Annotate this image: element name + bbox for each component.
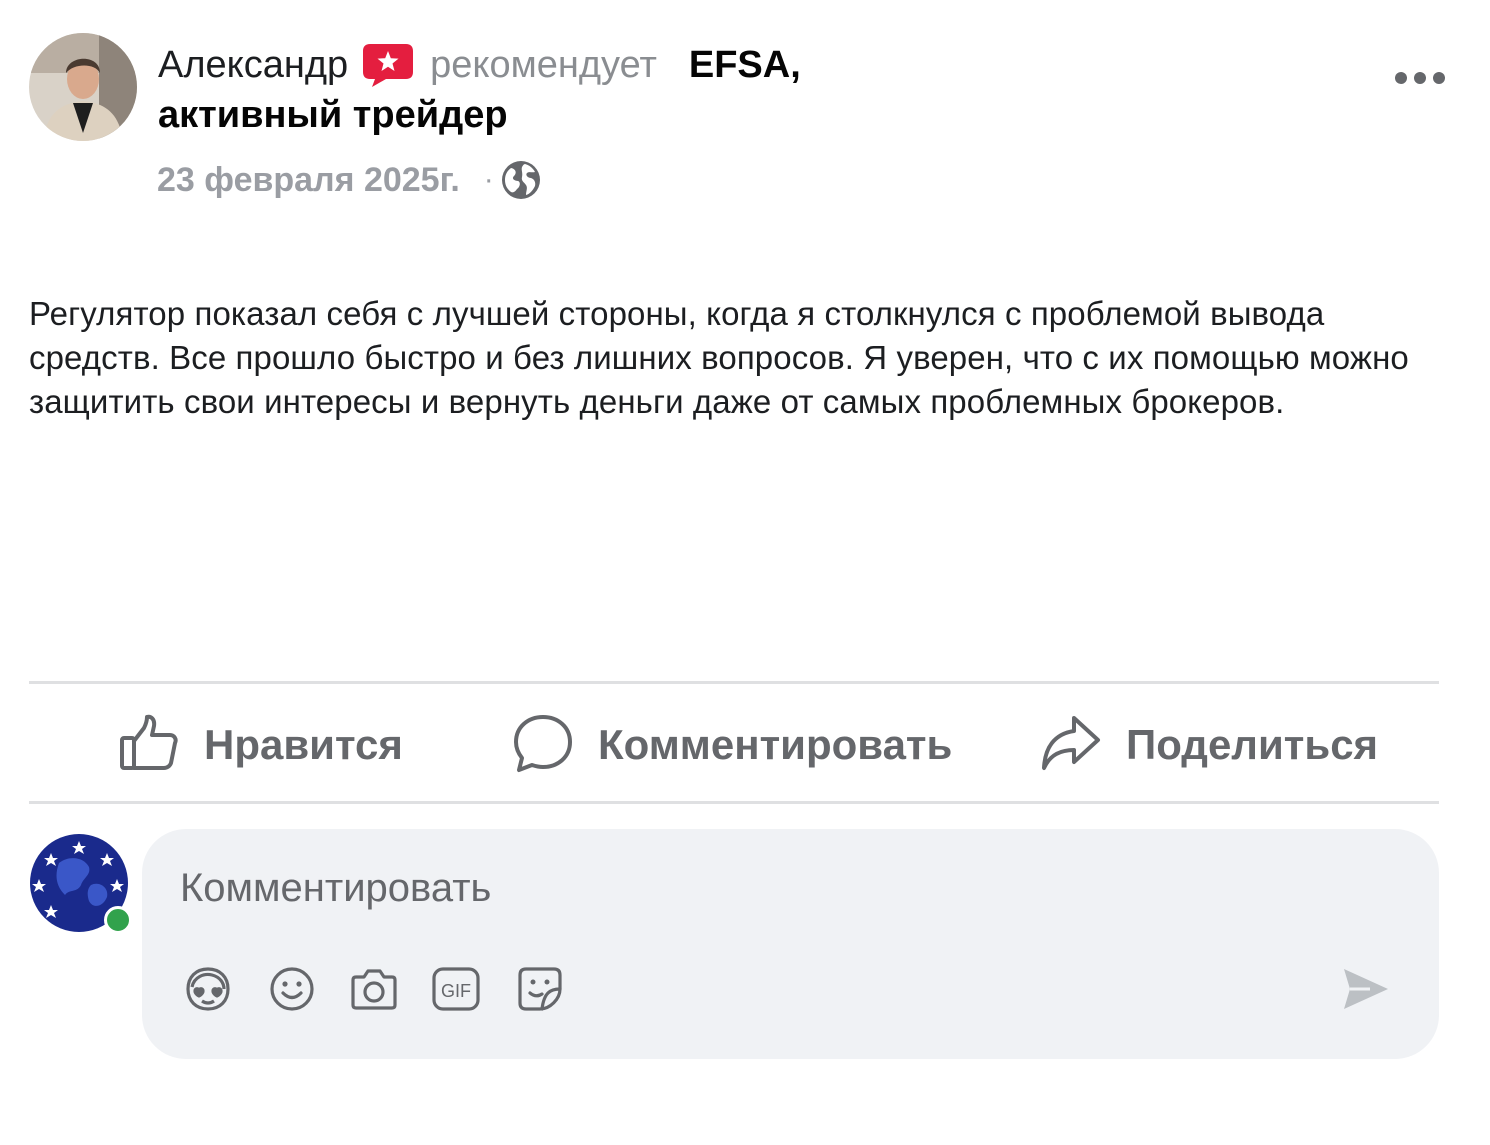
divider: [29, 681, 1439, 684]
emoji-icon[interactable]: [266, 963, 318, 1015]
comment-label: Комментировать: [598, 721, 953, 768]
comment-bubble-icon: [512, 712, 574, 779]
comment-button[interactable]: Комментировать: [512, 705, 952, 785]
meta-separator: ·: [483, 163, 494, 196]
comment-input[interactable]: [178, 857, 1382, 919]
share-button[interactable]: Поделиться: [1040, 705, 1378, 785]
post-header: Александр рекомендует EFSA,: [158, 40, 801, 90]
camera-icon[interactable]: [348, 963, 400, 1015]
send-icon[interactable]: [1340, 963, 1392, 1015]
svg-text:GIF: GIF: [441, 981, 471, 1001]
thumbs-up-icon: [118, 712, 180, 779]
share-label: Поделиться: [1126, 721, 1379, 768]
like-label: Нравится: [204, 721, 403, 768]
post-meta: 23 февраля 2025г. ·: [157, 155, 542, 205]
sticker-icon[interactable]: [514, 963, 566, 1015]
avatar-sticker-icon[interactable]: [182, 963, 234, 1015]
recommend-star-bubble-icon: [362, 42, 414, 88]
more-horizontal-icon: [1395, 72, 1407, 84]
author-avatar[interactable]: [29, 33, 137, 141]
gif-icon[interactable]: GIF: [430, 963, 482, 1015]
online-status-dot: [104, 906, 132, 934]
comment-composer: GIF: [142, 829, 1439, 1059]
share-arrow-icon: [1040, 712, 1102, 779]
recommends-text: рекомендует: [430, 43, 657, 86]
post-date-link[interactable]: 23 февраля 2025г.: [157, 161, 460, 200]
post-text: Регулятор показал себя с лучшей стороны,…: [29, 295, 1409, 420]
like-button[interactable]: Нравится: [118, 705, 403, 785]
divider: [29, 801, 1439, 804]
post-menu-button[interactable]: [1390, 58, 1450, 98]
globe-icon[interactable]: [500, 159, 542, 201]
author-title: активный трейдер: [158, 94, 508, 136]
page-name-link[interactable]: EFSA,: [689, 44, 801, 87]
author-name-link[interactable]: Александр: [158, 44, 348, 87]
